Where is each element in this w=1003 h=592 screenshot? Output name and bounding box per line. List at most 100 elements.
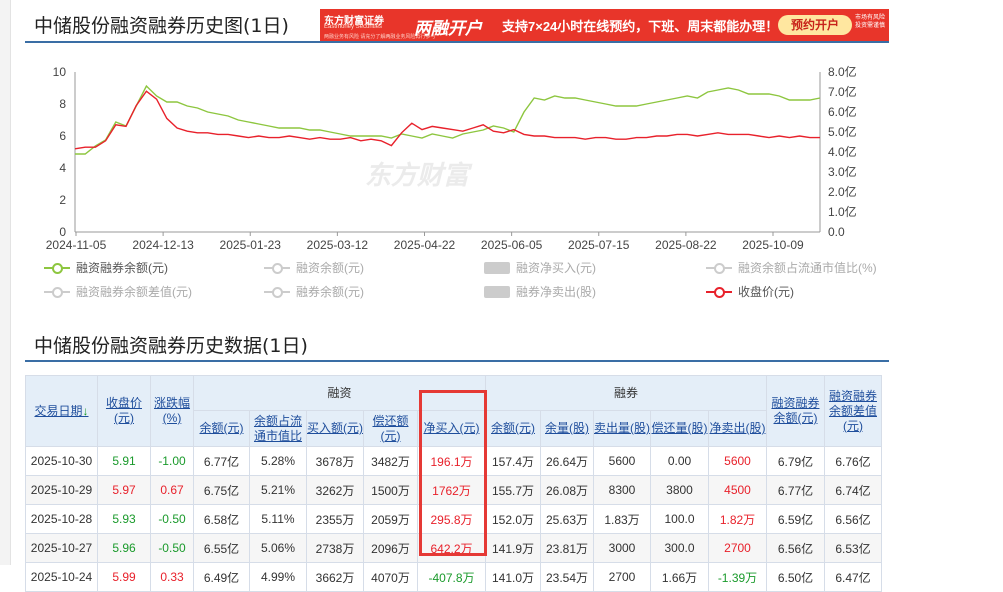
table-section-title: 中储股份融资融券历史数据(1日)	[34, 335, 308, 357]
cell-rz-repay: 4070万	[363, 562, 418, 592]
cell-rq-balance: 141.0万	[485, 562, 541, 592]
cell-total: 6.79亿	[766, 446, 825, 476]
legend-line-swatch-icon	[264, 286, 290, 298]
cell-rz-balance: 6.58亿	[193, 504, 250, 534]
y-right-tick-label: 6.0亿	[828, 104, 857, 119]
promo-banner[interactable]: 东方财富证券 Eastmoney Securities 两融业务有风险 请充分了…	[320, 9, 889, 41]
cell-chg: -1.00	[150, 446, 194, 476]
x-tick-label: 2025-03-12	[307, 238, 369, 250]
close-price-series-line	[74, 90, 820, 150]
legend-bar-swatch-icon	[484, 285, 510, 298]
cell-rq-repay: 300.0	[650, 533, 709, 563]
cell-diff: 6.56亿	[824, 504, 882, 534]
header-total-balance[interactable]: 融资融券余额(元)	[766, 375, 825, 447]
y-left-tick-label: 6	[59, 129, 66, 143]
cell-date: 2025-10-28	[25, 504, 98, 534]
legend-item[interactable]: 收盘价(元)	[706, 283, 794, 300]
cell-close: 5.93	[97, 504, 151, 534]
cell-rz-ratio: 4.99%	[249, 562, 307, 592]
chart-watermark: 东方财富	[365, 160, 470, 190]
header-change[interactable]: 涨跌幅(%)	[150, 375, 194, 447]
cell-diff: 6.47亿	[824, 562, 882, 592]
cell-rz-repay: 1500万	[363, 475, 418, 505]
legend-label: 融券余额(元)	[296, 285, 364, 299]
y-left-tick-label: 4	[59, 161, 66, 175]
cell-total: 6.50亿	[766, 562, 825, 592]
x-tick-label: 2025-04-22	[394, 238, 456, 250]
cell-rq-net: 1.82万	[708, 504, 767, 534]
cell-rz-balance: 6.75亿	[193, 475, 250, 505]
cell-close: 5.96	[97, 533, 151, 563]
cell-rq-sell: 1.83万	[593, 504, 651, 534]
cell-rz-ratio: 5.21%	[249, 475, 307, 505]
y-right-tick-label: 0.0	[828, 225, 845, 239]
cell-rz-net: -407.8万	[417, 562, 486, 592]
legend-line-swatch-icon	[44, 262, 70, 274]
cell-rz-balance: 6.55亿	[193, 533, 250, 563]
legend-item[interactable]: 融资余额占流通市值比(%)	[706, 259, 877, 276]
x-tick-label: 2025-01-23	[220, 238, 282, 250]
header-rq-qty[interactable]: 余量(股)	[540, 410, 594, 447]
cell-rq-repay: 100.0	[650, 504, 709, 534]
chart-section-title: 中储股份融资融券历史图(1日)	[34, 15, 289, 37]
legend-label: 融资融券余额(元)	[76, 261, 168, 275]
header-balance-diff[interactable]: 融资融券余额差值(元)	[824, 375, 882, 447]
cell-date: 2025-10-30	[25, 446, 98, 476]
cell-rq-balance: 157.4万	[485, 446, 541, 476]
header-rq-net-sell[interactable]: 净卖出(股)	[708, 410, 767, 447]
y-right-tick-label: 5.0亿	[828, 124, 857, 139]
header-rz-balance[interactable]: 余额(元)	[193, 410, 250, 447]
legend-line-swatch-icon	[44, 286, 70, 298]
table-title-divider	[25, 360, 889, 362]
cell-chg: -0.50	[150, 504, 194, 534]
legend-item[interactable]: 融资余额(元)	[264, 259, 364, 276]
cell-rq-repay: 0.00	[650, 446, 709, 476]
header-rz-buy[interactable]: 买入额(元)	[306, 410, 364, 447]
header-rz-ratio[interactable]: 余额占流通市值比	[249, 410, 307, 447]
x-tick-label: 2024-12-13	[132, 238, 194, 250]
x-tick-label: 2025-06-05	[481, 238, 543, 250]
header-rq-balance[interactable]: 余额(元)	[485, 410, 541, 447]
legend-item[interactable]: 融券净卖出(股)	[484, 283, 596, 300]
y-left-tick-label: 2	[59, 193, 66, 207]
cell-rz-ratio: 5.06%	[249, 533, 307, 563]
cell-close: 5.99	[97, 562, 151, 592]
legend-item[interactable]: 融资净买入(元)	[484, 259, 596, 276]
banner-message: 支持7×24小时在线预约，下班、周末都能办理！	[502, 19, 779, 34]
legend-bar-swatch-icon	[484, 261, 510, 274]
banner-headline: 两融开户	[414, 19, 482, 38]
cell-rq-qty: 26.08万	[540, 475, 594, 505]
legend-label: 融资余额(元)	[296, 261, 364, 275]
cell-rq-net: -1.39万	[708, 562, 767, 592]
book-account-button[interactable]: 预约开户	[778, 15, 852, 35]
legend-label: 融资净买入(元)	[516, 261, 596, 275]
cell-rq-repay: 3800	[650, 475, 709, 505]
cell-rz-repay: 2059万	[363, 504, 418, 534]
banner-risk-note: 市场有风险 投资需谨慎	[855, 15, 886, 29]
legend-item[interactable]: 融资融券余额(元)	[44, 259, 168, 276]
header-close[interactable]: 收盘价(元)	[97, 375, 151, 447]
x-tick-label: 2024-11-05	[46, 238, 107, 250]
legend-item[interactable]: 融券余额(元)	[264, 283, 364, 300]
legend-label: 融资融券余额差值(元)	[76, 285, 192, 299]
y-left-tick-label: 8	[59, 97, 66, 111]
cell-rz-balance: 6.49亿	[193, 562, 250, 592]
cell-rz-balance: 6.77亿	[193, 446, 250, 476]
x-tick-label: 2025-08-22	[655, 238, 717, 250]
header-date[interactable]: 交易日期↓	[25, 375, 98, 447]
legend-item[interactable]: 融资融券余额差值(元)	[44, 283, 192, 300]
cell-diff: 6.76亿	[824, 446, 882, 476]
cell-rq-qty: 25.63万	[540, 504, 594, 534]
cell-rq-qty: 26.64万	[540, 446, 594, 476]
header-rq-sell[interactable]: 卖出量(股)	[593, 410, 651, 447]
cell-rq-qty: 23.81万	[540, 533, 594, 563]
cell-diff: 6.53亿	[824, 533, 882, 563]
cell-rq-sell: 8300	[593, 475, 651, 505]
header-rz-repay[interactable]: 偿还额(元)	[363, 410, 418, 447]
cell-rq-sell: 2700	[593, 562, 651, 592]
header-rq-repay[interactable]: 偿还量(股)	[650, 410, 709, 447]
cell-rz-repay: 3482万	[363, 446, 418, 476]
cell-rz-buy: 3662万	[306, 562, 364, 592]
net-buy-highlight-box	[419, 390, 487, 556]
y-right-tick-label: 4.0亿	[828, 144, 857, 159]
